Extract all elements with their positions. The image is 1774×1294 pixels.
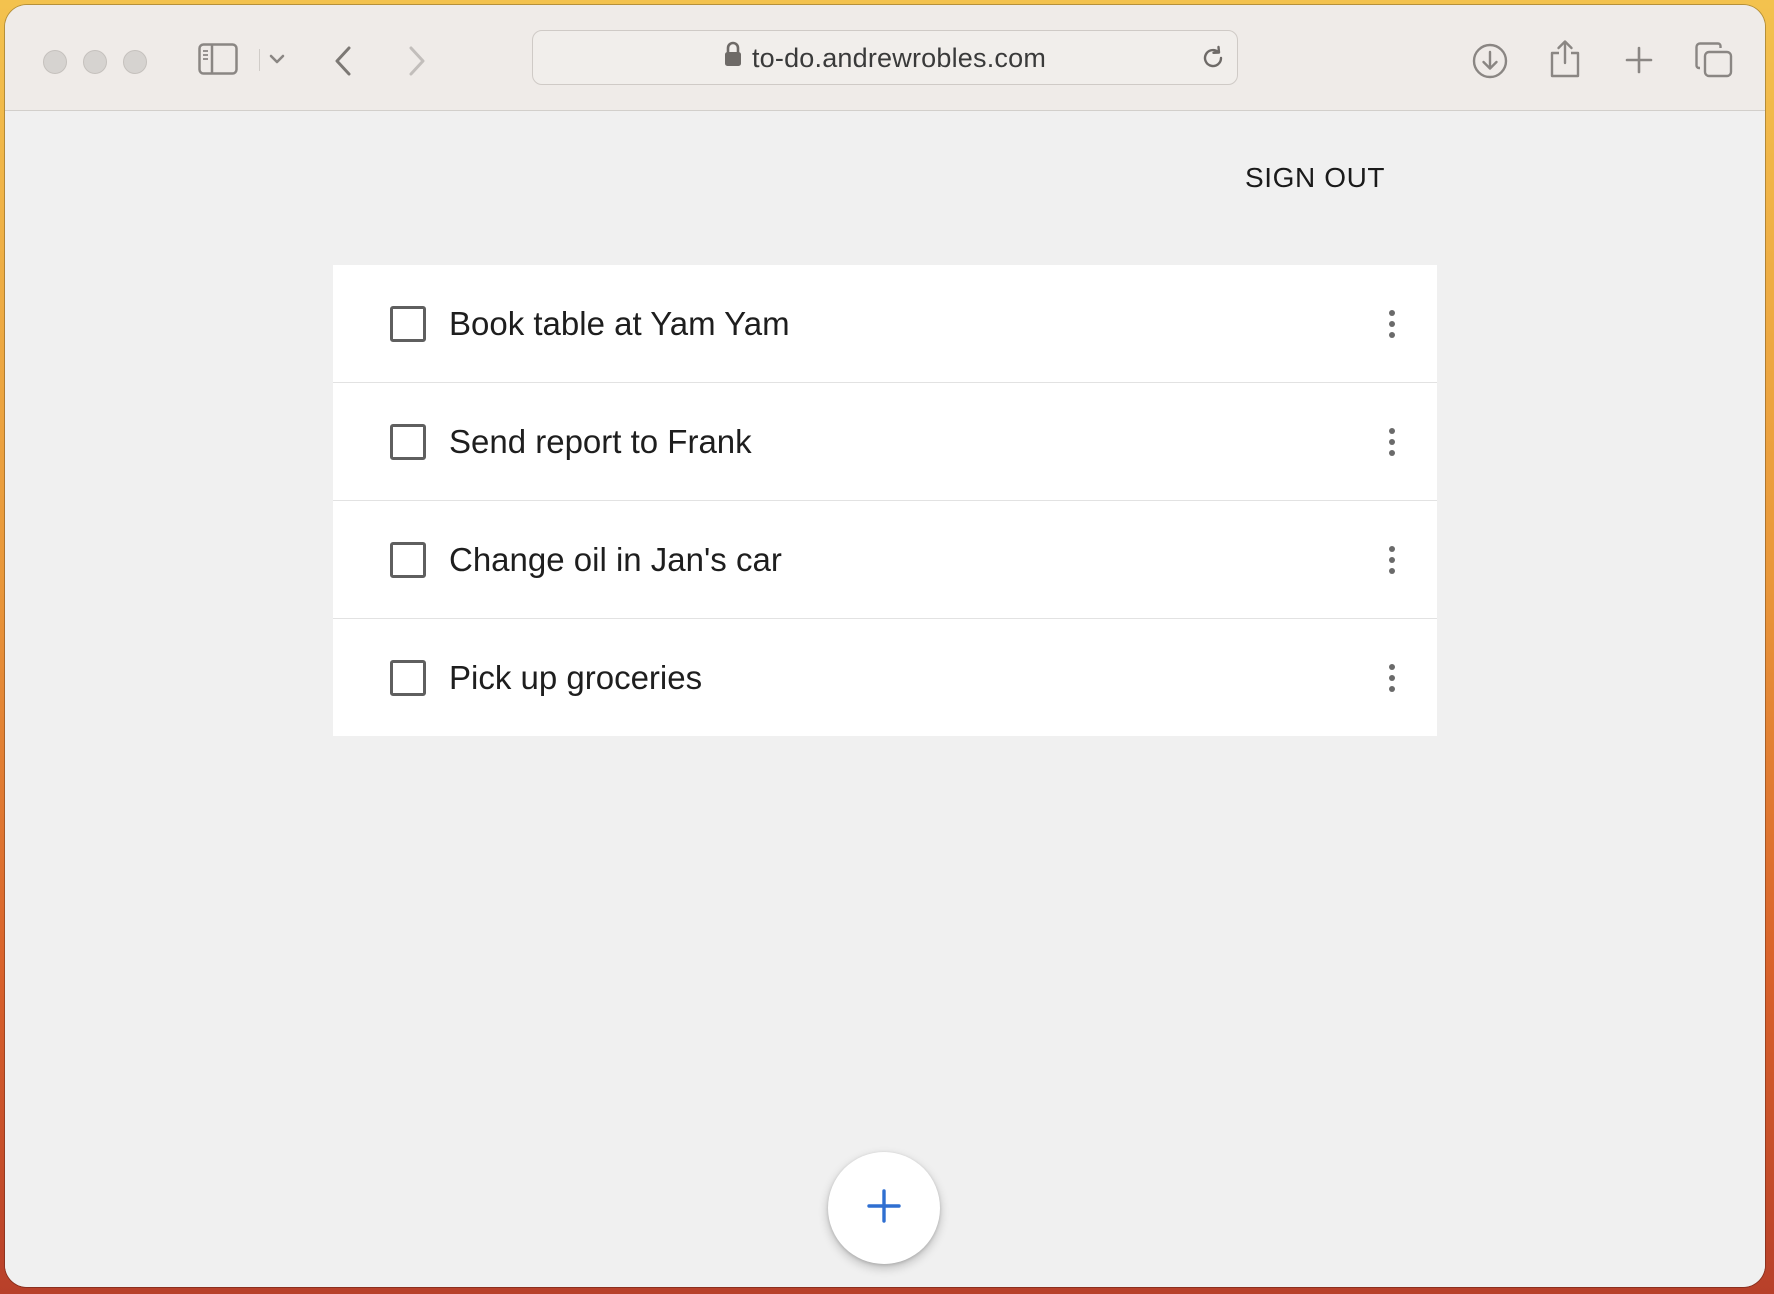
add-todo-button[interactable] [828,1152,940,1264]
todo-label: Pick up groceries [449,658,703,696]
todo-item: Change oil in Jan's car [333,501,1437,619]
url-text: to-do.andrewrobles.com [751,43,1047,73]
sidebar-icon[interactable] [198,43,238,75]
browser-toolbar: to-do.andrewrobles.com [5,5,1765,111]
back-icon[interactable] [333,45,353,77]
chevron-down-icon[interactable] [269,53,285,65]
todo-label: Book table at Yam Yam [449,304,790,342]
tabs-overview-icon[interactable] [1695,42,1733,78]
browser-window: to-do.andrewrobles.com SIGN OUT Book tab… [5,5,1765,1287]
toolbar-divider [259,49,260,71]
more-options-icon[interactable] [1382,658,1402,698]
plus-icon [867,1188,901,1228]
download-icon[interactable] [1472,43,1508,79]
address-bar[interactable]: to-do.andrewrobles.com [532,30,1238,85]
todo-list: Book table at Yam Yam Send report to Fra… [333,265,1437,736]
forward-icon[interactable] [407,45,427,77]
todo-item: Send report to Frank [333,383,1437,501]
todo-item: Book table at Yam Yam [333,265,1437,383]
todo-item: Pick up groceries [333,619,1437,736]
page-content: SIGN OUT Book table at Yam Yam Send repo… [5,111,1765,1287]
reload-icon[interactable] [1199,44,1227,77]
todo-label: Change oil in Jan's car [449,540,782,578]
more-options-icon[interactable] [1382,304,1402,344]
todo-checkbox[interactable] [390,423,426,460]
todo-label: Send report to Frank [449,422,752,460]
more-options-icon[interactable] [1382,540,1402,580]
minimize-window-button[interactable] [83,50,107,74]
new-tab-icon[interactable] [1625,46,1653,74]
lock-icon [724,31,742,86]
todo-checkbox[interactable] [390,541,426,578]
close-window-button[interactable] [43,50,67,74]
share-icon[interactable] [1549,39,1581,79]
todo-checkbox[interactable] [390,305,426,342]
zoom-window-button[interactable] [123,50,147,74]
todo-checkbox[interactable] [390,659,426,696]
sign-out-button[interactable]: SIGN OUT [1245,162,1385,194]
more-options-icon[interactable] [1382,422,1402,462]
